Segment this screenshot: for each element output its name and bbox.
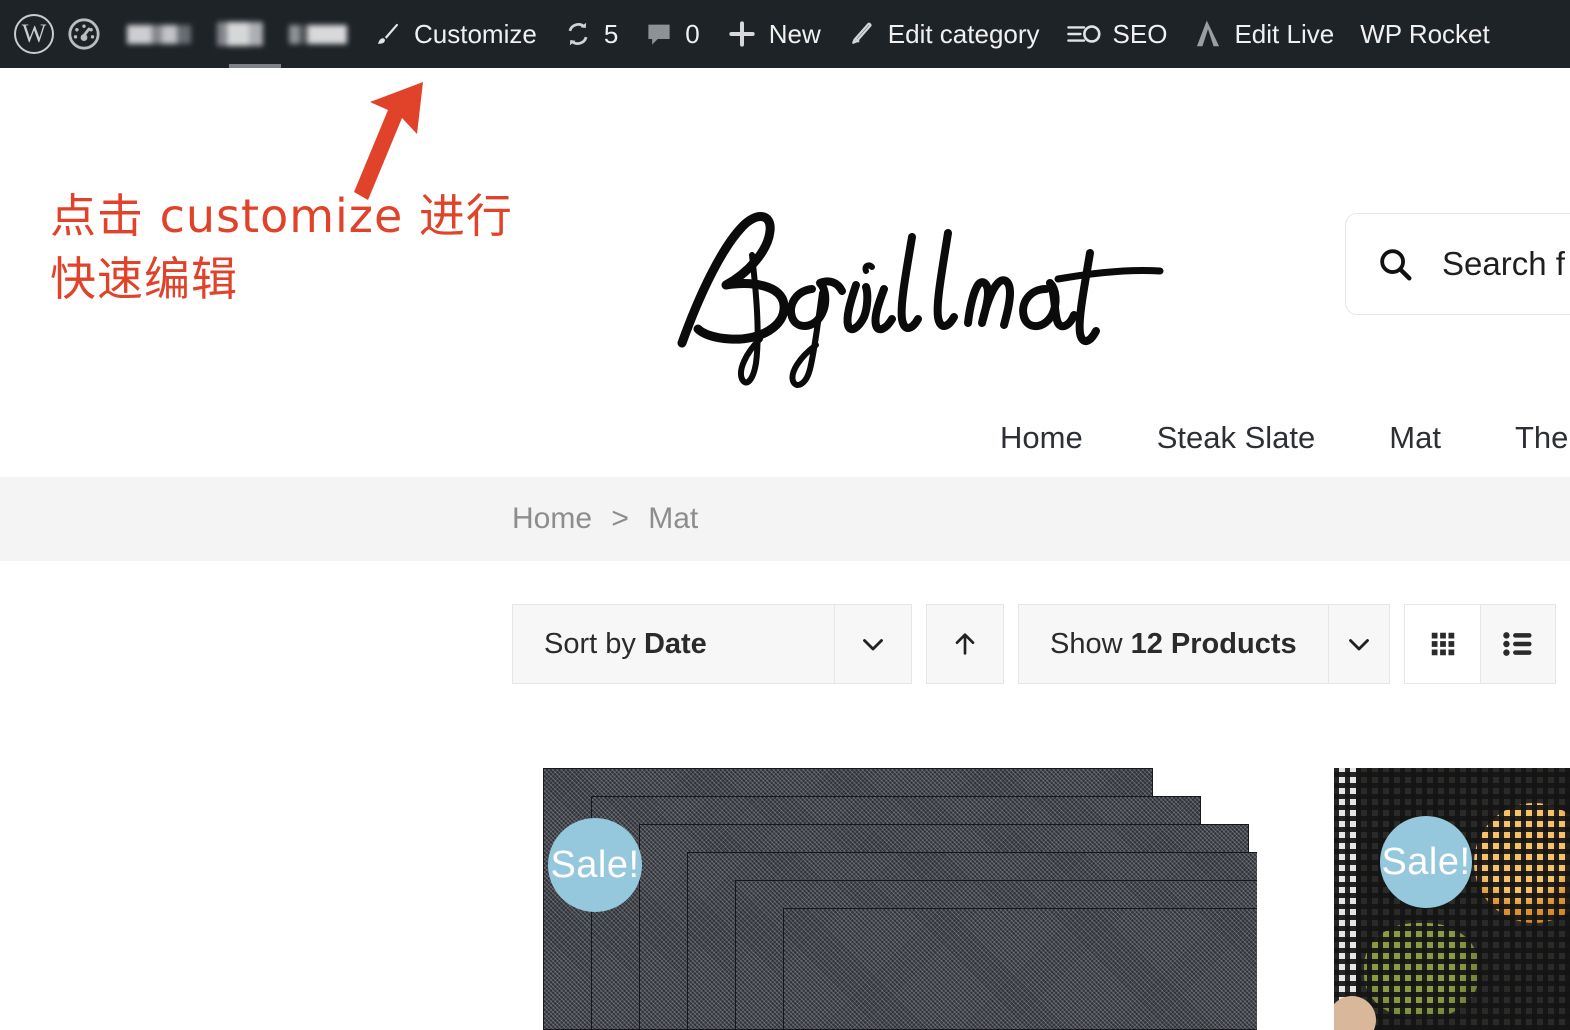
pencil-icon: [847, 19, 877, 49]
sort-by-value: Date: [643, 627, 707, 660]
sort-by-label: Sort by Date: [513, 628, 834, 661]
product-card[interactable]: Sale!: [1334, 768, 1570, 1030]
products-per-page-value: 12 Products: [1130, 627, 1297, 660]
redacted-label: [217, 22, 263, 46]
list-view-button[interactable]: [1480, 604, 1556, 684]
admin-bar-redacted-item-3[interactable]: [276, 0, 360, 68]
nav-item-steak-slate[interactable]: Steak Slate: [1157, 420, 1316, 456]
admin-bar-seo[interactable]: SEO: [1053, 0, 1181, 68]
admin-bar-updates[interactable]: 5: [550, 0, 631, 68]
arrow-up-icon: [949, 628, 981, 660]
list-view-icon: [1502, 629, 1534, 659]
product-card[interactable]: Sale!: [509, 768, 1257, 1030]
nav-item-thermometer[interactable]: Therm: [1515, 420, 1570, 456]
grid-view-button[interactable]: [1404, 604, 1480, 684]
main-navigation: Home Steak Slate Mat Therm: [1000, 420, 1570, 456]
chevron-down-icon[interactable]: [834, 605, 911, 683]
gauge-icon: [67, 17, 101, 51]
grid-view-icon: [1428, 629, 1458, 659]
breadcrumb-separator: >: [611, 502, 629, 535]
site-logo[interactable]: [660, 193, 1200, 393]
admin-bar-comments-count: 0: [685, 19, 700, 49]
sort-by-select[interactable]: Sort by Date: [512, 604, 912, 684]
annotation-text: 点击 customize 进行 快速编辑: [50, 189, 513, 307]
paintbrush-icon: [373, 19, 403, 49]
update-arrows-icon: [563, 19, 593, 49]
status-badge: Sale!: [1380, 816, 1472, 908]
products-per-page-select[interactable]: Show 12 Products: [1018, 604, 1390, 684]
nav-item-mat[interactable]: Mat: [1389, 420, 1441, 456]
products-per-page-label: Show 12 Products: [1019, 628, 1328, 661]
admin-bar-new-label: New: [768, 19, 821, 49]
plus-icon: [726, 18, 758, 50]
status-badge: Sale!: [548, 818, 642, 912]
sidebar-item-site-dashboard[interactable]: [54, 0, 114, 68]
redacted-label: [289, 24, 347, 44]
comment-bubble-icon: [644, 19, 674, 49]
admin-bar-redacted-item-2[interactable]: [204, 0, 276, 68]
sort-order-toggle[interactable]: [926, 604, 1004, 684]
breadcrumb-item-home[interactable]: Home: [512, 502, 592, 535]
products-per-page-prefix: Show: [1050, 627, 1123, 660]
admin-bar-customize[interactable]: Customize: [360, 0, 550, 68]
admin-bar-edit-category[interactable]: Edit category: [834, 0, 1053, 68]
breadcrumb: Home > Mat: [512, 502, 698, 536]
redacted-label: [127, 24, 191, 44]
elementor-icon: [1193, 18, 1223, 50]
admin-bar-wp-rocket[interactable]: WP Rocket: [1347, 0, 1503, 68]
admin-bar-seo-label: SEO: [1112, 19, 1168, 49]
breadcrumb-bar: Home > Mat: [0, 477, 1570, 561]
view-mode-switch: [1404, 604, 1556, 684]
admin-bar-edit-category-label: Edit category: [887, 19, 1040, 49]
admin-bar-updates-count: 5: [603, 19, 619, 49]
breadcrumb-item-mat: Mat: [648, 502, 699, 535]
admin-bar-edit-live[interactable]: Edit Live: [1180, 0, 1347, 68]
admin-bar-customize-label: Customize: [414, 19, 537, 49]
search-input[interactable]: Search f: [1442, 245, 1565, 283]
admin-bar-new[interactable]: New: [713, 0, 834, 68]
yoast-seo-icon: [1066, 19, 1102, 49]
chevron-down-icon[interactable]: [1327, 605, 1389, 683]
admin-bar-comments[interactable]: 0: [631, 0, 712, 68]
catalog-toolbar: Sort by Date Show 12 Products: [512, 604, 1556, 684]
sort-by-prefix: Sort by: [544, 627, 636, 660]
wp-admin-bar: Customize 5 0 New: [0, 0, 1570, 68]
wordpress-logo-icon[interactable]: [14, 14, 54, 54]
nav-item-home[interactable]: Home: [1000, 420, 1083, 456]
admin-bar-wp-rocket-label: WP Rocket: [1360, 19, 1490, 49]
search-box[interactable]: Search f: [1345, 213, 1570, 315]
admin-bar-redacted-item-1[interactable]: [114, 0, 204, 68]
search-icon: [1376, 245, 1414, 283]
admin-bar-edit-live-label: Edit Live: [1234, 19, 1335, 49]
